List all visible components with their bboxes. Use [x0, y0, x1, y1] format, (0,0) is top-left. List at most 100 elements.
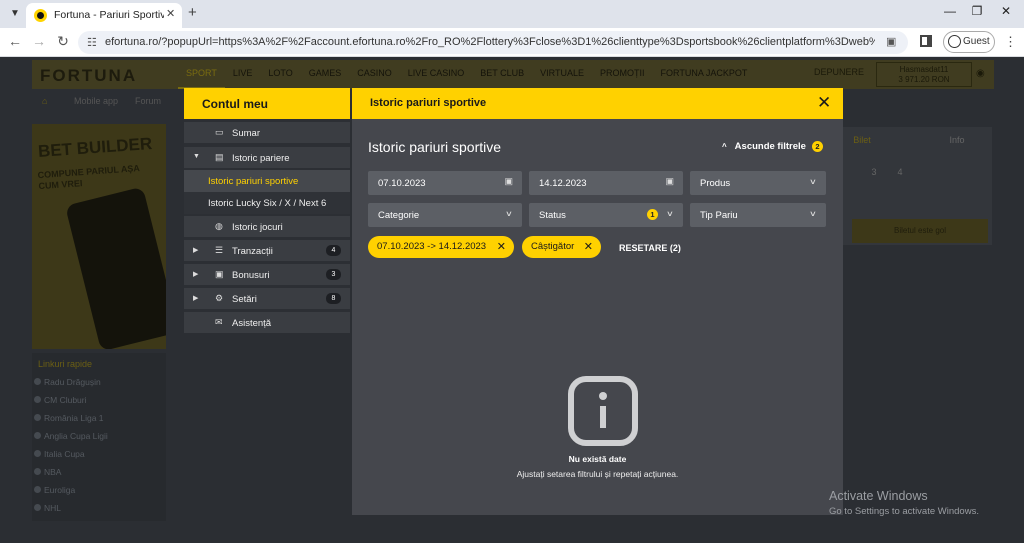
menu-item-asistenta[interactable]: ✉ Asistență [184, 311, 350, 333]
subnav-mobile-app[interactable]: Mobile app [74, 96, 118, 106]
date-to-field[interactable]: 14.12.2023 ▣ [529, 171, 683, 195]
info-icon-bar [600, 406, 606, 428]
nav-item[interactable]: LIVE [225, 60, 261, 89]
submenu-item-sports-history[interactable]: Istoric pariuri sportive [184, 170, 350, 192]
subnav: ⌂ Mobile app Forum [32, 92, 166, 114]
chevron-down-icon: ▼ [193, 153, 200, 160]
subnav-forum[interactable]: Forum [135, 96, 161, 106]
url-text[interactable]: efortuna.ro/?popupUrl=https%3A%2F%2Facco… [105, 36, 875, 48]
browser-menu-icon[interactable]: ⋮ [1004, 34, 1017, 50]
support-mail-icon: ✉ [215, 317, 223, 327]
chevron-down-icon: ∨ [665, 209, 674, 219]
betslip-panel: Bilet Info 3 4 Biletul este gol [842, 127, 992, 245]
reset-filters-button[interactable]: RESETARE (2) [619, 243, 681, 253]
page-title: Istoric pariuri sportive [368, 139, 502, 155]
profile-avatar-icon [948, 35, 961, 48]
chip-remove-icon[interactable]: ✕ [497, 236, 506, 258]
reload-icon[interactable]: ↻ [54, 33, 72, 50]
side-panel-icon[interactable] [920, 35, 932, 47]
transactions-icon: ☰ [215, 245, 224, 255]
main-nav: SPORT LIVE LOTO GAMES CASINO LIVE CASINO… [178, 60, 755, 89]
chevron-down-icon: ∨ [808, 177, 817, 187]
deposit-button[interactable]: DEPUNERE [814, 67, 864, 77]
quick-link[interactable]: Euroliga [33, 485, 75, 495]
nav-item[interactable]: SPORT [178, 60, 225, 89]
category-select[interactable]: Categorie ∨ [368, 203, 522, 227]
date-from-field[interactable]: 07.10.2023 ▣ [368, 171, 522, 195]
chip-label: 07.10.2023 -> 14.12.2023 [377, 241, 487, 252]
promo-subtitle: COMPUNE PARIUL AȘA CUM VREI [37, 163, 140, 192]
status-select-value: Status [539, 210, 566, 221]
balance-amount: 3 971.20 RON [898, 75, 950, 84]
menu-item-setari[interactable]: ▶ ⚙ Setări 8 [184, 287, 350, 309]
status-winner-chip[interactable]: Câștigător ✕ [522, 236, 601, 258]
submenu-item-lucky-six[interactable]: Istoric Lucky Six / X / Next 6 [184, 192, 350, 214]
nav-item[interactable]: GAMES [301, 60, 350, 89]
status-select[interactable]: Status 1 ∨ [529, 203, 683, 227]
hide-filters-button[interactable]: ^ Ascunde filtrele 2 [722, 141, 823, 152]
nav-item[interactable]: CASINO [349, 60, 400, 89]
nav-item[interactable]: LOTO [260, 60, 300, 89]
address-bar[interactable]: ☷ efortuna.ro/?popupUrl=https%3A%2F%2Fac… [78, 31, 908, 54]
quick-link[interactable]: NBA [33, 467, 61, 477]
bet-type-select[interactable]: Tip Pariu ∨ [690, 203, 826, 227]
betslip-number[interactable]: 3 [864, 159, 884, 185]
product-select[interactable]: Produs ∨ [690, 171, 826, 195]
window-minimize-icon[interactable]: — [940, 4, 960, 18]
nav-item[interactable]: LIVE CASINO [400, 60, 473, 89]
quick-link[interactable]: CM Cluburi [34, 395, 87, 405]
profile-label: Guest [963, 36, 990, 47]
browser-tab[interactable]: Fortuna - Pariuri Sportive Online ✕ [26, 3, 182, 28]
nav-item[interactable]: VIRTUALE [532, 60, 592, 89]
profile-button[interactable]: Guest [943, 31, 995, 53]
account-menu-header: Contul meu [184, 88, 350, 119]
balance-username: Hasmasdat11 [899, 65, 949, 74]
panel-header: Istoric pariuri sportive ✕ [352, 88, 843, 119]
menu-item-sumar[interactable]: ▭ Sumar [184, 121, 350, 143]
betslip-tab[interactable]: Bilet [842, 127, 882, 153]
menu-item-istoric-jocuri[interactable]: ◍ Istoric jocuri [184, 215, 350, 237]
nav-item[interactable]: FORTUNA JACKPOT [652, 60, 755, 89]
quick-link[interactable]: Anglia Cupa Ligii [34, 431, 108, 441]
date-range-chip[interactable]: 07.10.2023 -> 14.12.2023 ✕ [368, 236, 514, 258]
nav-item[interactable]: BET CLUB [472, 60, 532, 89]
site-header: FORTUNA SPORT LIVE LOTO GAMES CASINO LIV… [32, 60, 994, 89]
menu-item-istoric-pariere[interactable]: ▼ ▤ Istoric pariere [184, 146, 350, 168]
promo-phone-image [65, 186, 166, 349]
count-badge: 4 [326, 245, 341, 256]
chevron-down-icon: ∨ [808, 209, 817, 219]
balance-box[interactable]: Hasmasdat11 3 971.20 RON [876, 62, 972, 87]
empty-betslip-button[interactable]: Biletul este gol [852, 219, 988, 243]
close-icon[interactable]: ✕ [817, 93, 831, 113]
menu-item-label: Asistență [232, 318, 272, 329]
quick-link[interactable]: Radu Drăgușin [34, 377, 101, 387]
date-from-value: 07.10.2023 [378, 178, 426, 189]
nav-item[interactable]: PROMOȚII [592, 60, 653, 89]
quick-link[interactable]: NHL [33, 503, 61, 513]
quick-link[interactable]: Italia Cupa [34, 449, 85, 459]
info-tab[interactable]: Info [922, 127, 992, 153]
back-arrow-icon[interactable]: ← [6, 33, 24, 49]
panel-header-title: Istoric pariuri sportive [370, 97, 487, 109]
tab-close-icon[interactable]: ✕ [166, 7, 175, 20]
eye-icon[interactable]: ◉ [976, 68, 985, 79]
window-maximize-icon[interactable]: ❐ [967, 4, 987, 18]
menu-item-tranzactii[interactable]: ▶ ☰ Tranzacții 4 [184, 239, 350, 261]
forward-arrow-icon[interactable]: → [30, 33, 48, 49]
new-tab-plus-icon[interactable]: + [188, 4, 197, 21]
settings-icon: ⚙ [215, 293, 224, 303]
tab-title: Fortuna - Pariuri Sportive Online [54, 9, 164, 21]
windows-activation-watermark: Activate Windows Go to Settings to activ… [829, 489, 979, 517]
watermark-subtitle: Go to Settings to activate Windows. [829, 506, 979, 517]
translate-icon[interactable]: ▣ [886, 35, 896, 48]
tab-search-chevron-icon[interactable]: ▼ [6, 5, 24, 23]
quick-link[interactable]: România Liga 1 [34, 413, 104, 423]
betslip-number[interactable]: 4 [890, 159, 910, 185]
window-close-icon[interactable]: ✕ [996, 4, 1016, 18]
site-info-icon[interactable]: ☷ [87, 36, 97, 49]
bet-builder-banner[interactable]: BET BUILDER COMPUNE PARIUL AȘA CUM VREI [32, 124, 166, 349]
menu-item-bonusuri[interactable]: ▶ ▣ Bonusuri 3 [184, 263, 350, 285]
home-icon[interactable]: ⌂ [42, 96, 47, 106]
fortuna-logo[interactable]: FORTUNA [40, 66, 137, 86]
chip-remove-icon[interactable]: ✕ [584, 236, 593, 258]
